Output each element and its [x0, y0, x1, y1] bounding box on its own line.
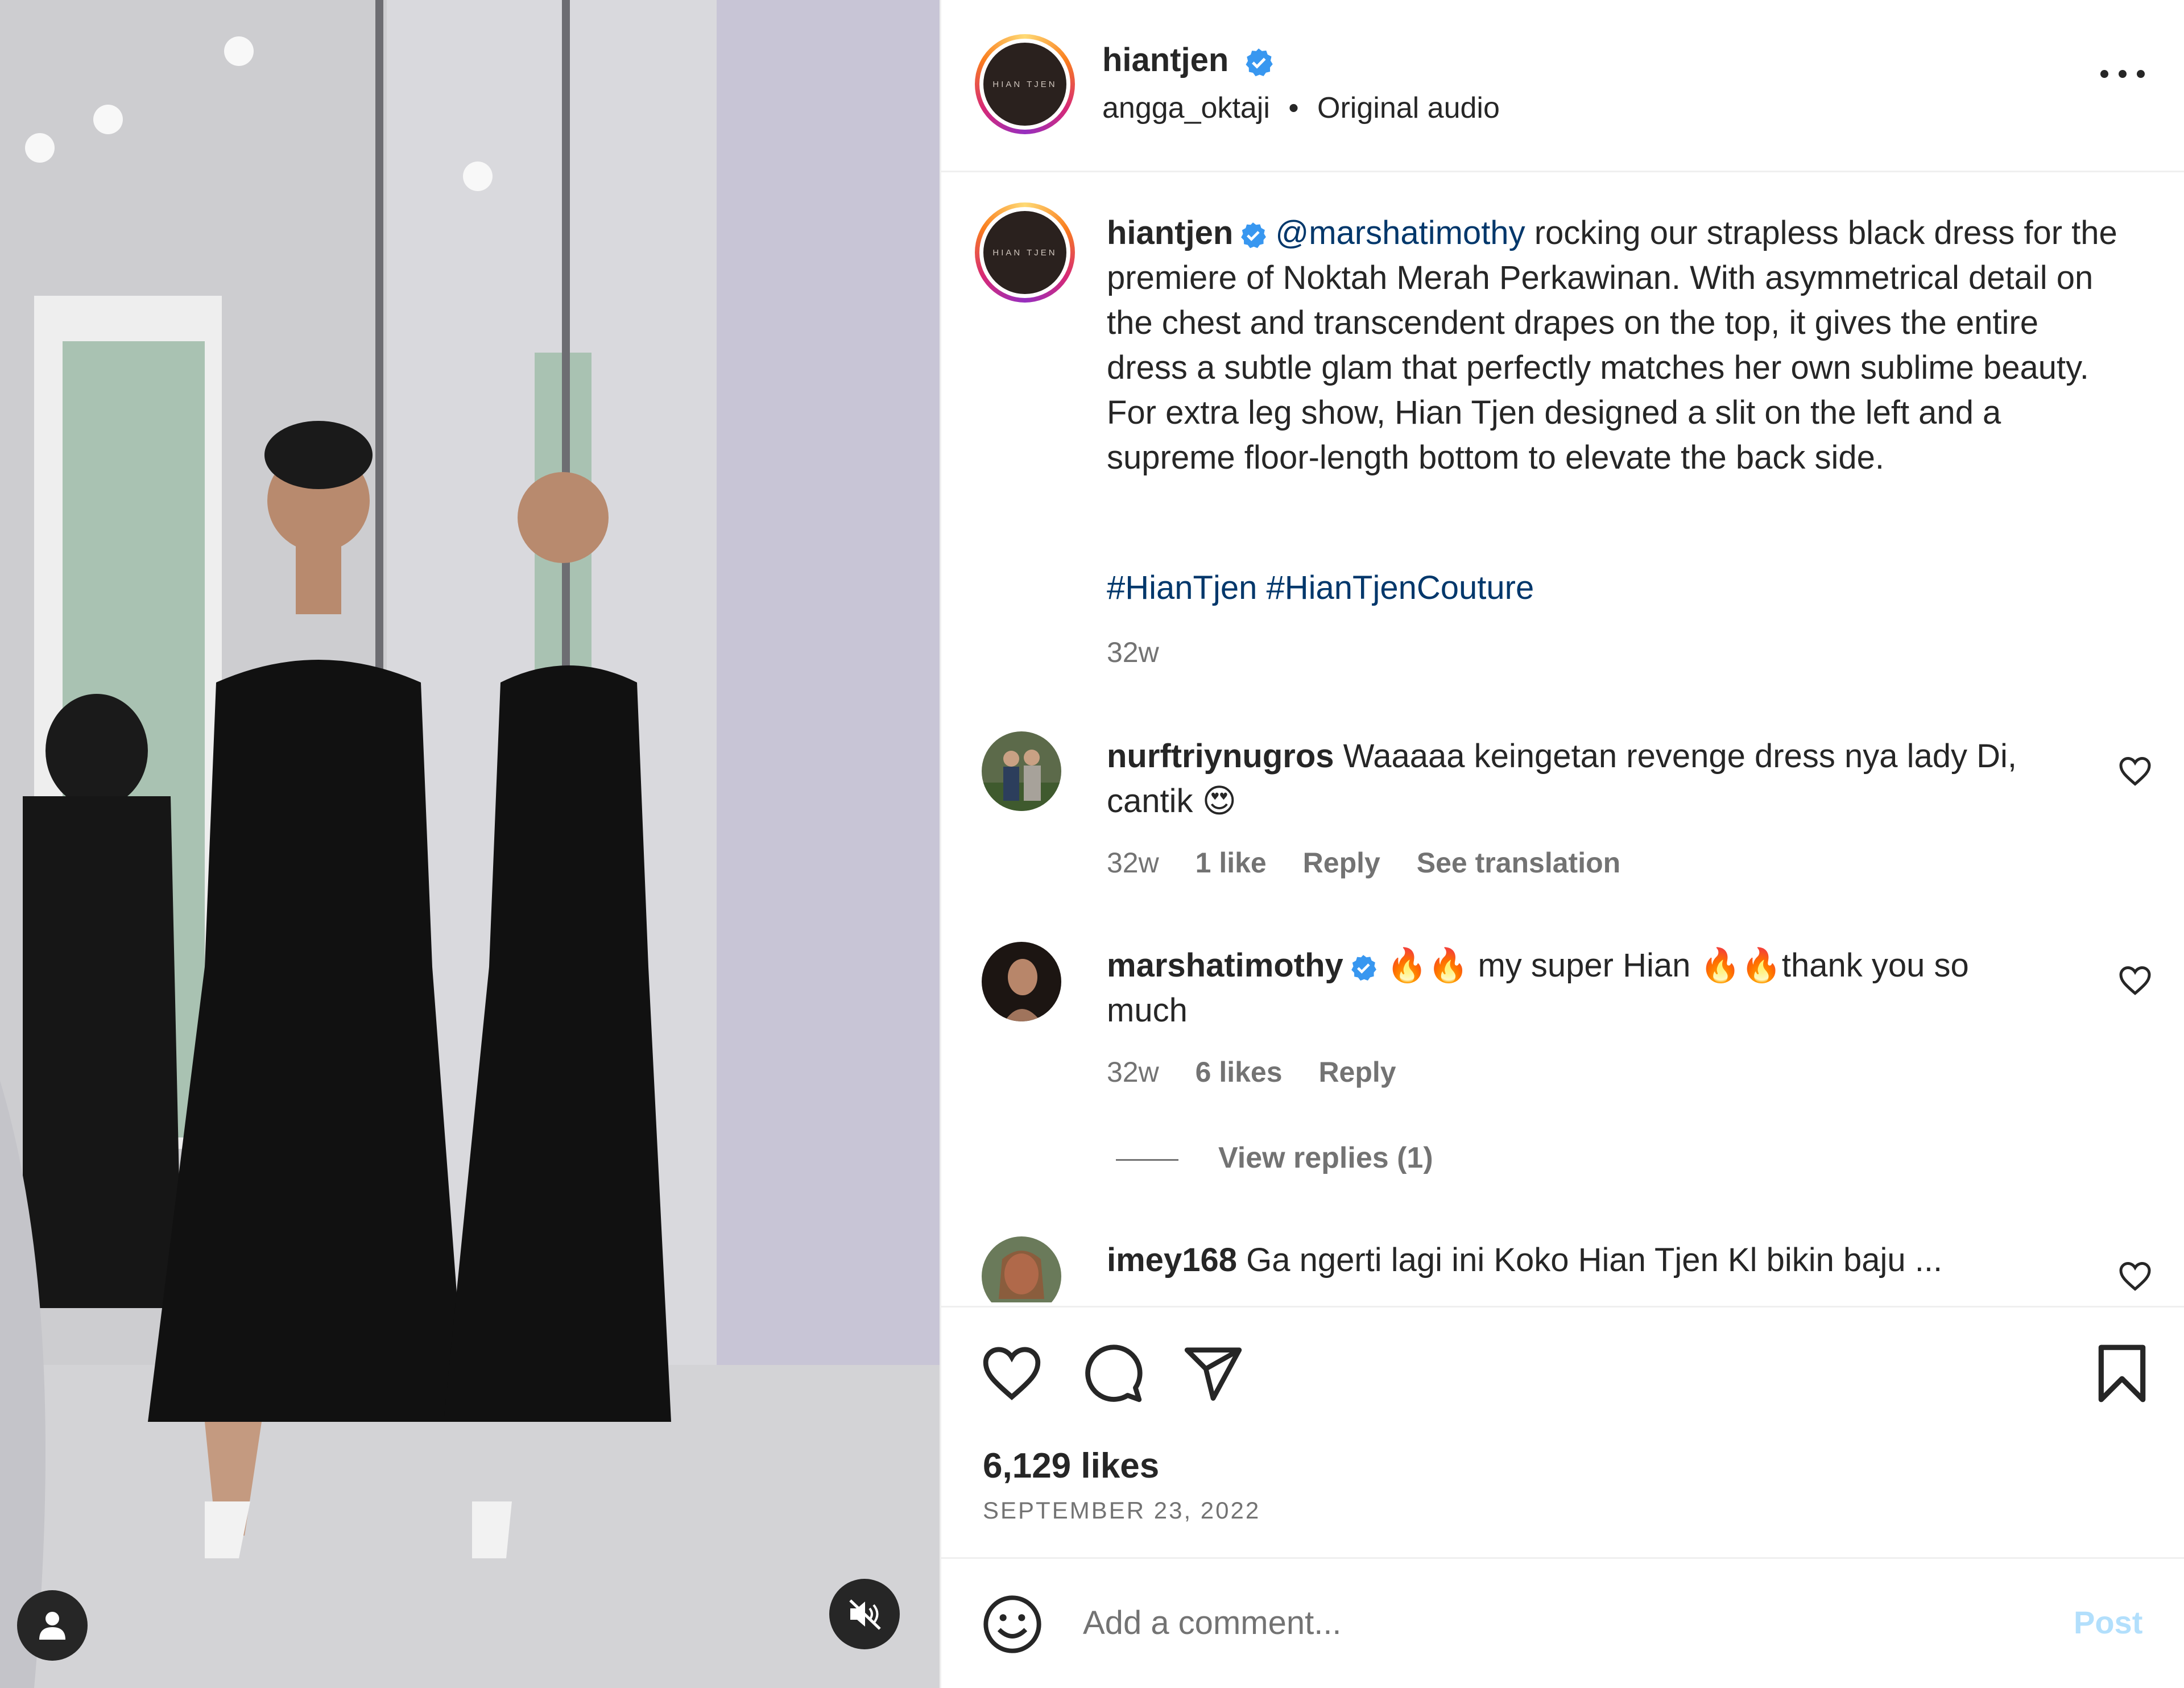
comments-divider: [940, 1306, 2184, 1308]
send-icon[interactable]: [1182, 1342, 1244, 1405]
comment-meta: 32w 6 likes Reply: [1107, 1056, 1425, 1089]
caption-hashtags[interactable]: #HianTjen #HianTjenCouture: [1107, 569, 1534, 607]
separator-dot: •: [1288, 92, 1299, 125]
post-date[interactable]: SEPTEMBER 23, 2022: [983, 1497, 1260, 1524]
view-replies-button[interactable]: View replies (1): [1116, 1141, 1433, 1175]
reply-button[interactable]: Reply: [1318, 1056, 1396, 1088]
audio-username[interactable]: angga_oktaji: [1102, 92, 1270, 125]
view-replies-label: View replies (1): [1218, 1141, 1433, 1174]
emoji-icon[interactable]: [981, 1592, 1044, 1656]
comment-meta: 32w 1 like Reply See translation: [1107, 846, 1649, 879]
comment-body: imey168 Ga ngerti lagi ini Koko Hian Tje…: [1107, 1238, 2045, 1282]
more-options-icon[interactable]: [2094, 63, 2151, 85]
user-tag-button[interactable]: [17, 1590, 88, 1661]
comment-timestamp[interactable]: 32w: [1107, 847, 1159, 879]
comment-like-heart-icon[interactable]: [2118, 755, 2152, 787]
comment-body: nurftriynugros Waaaaa keingetan revenge …: [1107, 734, 2045, 824]
pane-divider: [940, 0, 941, 1688]
verified-badge-icon: [1246, 48, 1273, 76]
comment-username[interactable]: marshatimothy: [1107, 947, 1343, 984]
verified-badge-icon: [1241, 222, 1267, 248]
audio-label[interactable]: Original audio: [1317, 92, 1500, 125]
comment-input[interactable]: Add a comment...: [1083, 1604, 1342, 1642]
brand-logo: HIAN TJEN: [983, 43, 1066, 126]
comment-like-heart-icon[interactable]: [2118, 1260, 2152, 1292]
composer-divider: [940, 1557, 2184, 1559]
muted-speaker-icon: [849, 1599, 881, 1630]
comment-body: marshatimothy 🔥🔥 my super Hian 🔥🔥thank y…: [1107, 943, 2045, 1033]
caption-mention-link[interactable]: @marshatimothy: [1275, 214, 1525, 251]
comment-avatar[interactable]: [982, 942, 1061, 1021]
caption-username[interactable]: hiantjen: [1107, 214, 1233, 251]
caption-text: rocking our strapless black dress for th…: [1107, 214, 2117, 476]
mute-toggle-button[interactable]: [829, 1579, 900, 1649]
post-media-video[interactable]: [0, 0, 940, 1688]
post-author-header[interactable]: hiantjen: [1102, 41, 1274, 79]
caption-timestamp[interactable]: 32w: [1107, 636, 1159, 669]
comment-timestamp[interactable]: 32w: [1107, 1056, 1159, 1088]
comment-text: Ga ngerti lagi ini Koko Hian Tjen Kl bik…: [1236, 1242, 1943, 1279]
comment-icon[interactable]: [1082, 1342, 1144, 1405]
brand-logo: HIAN TJEN: [983, 211, 1066, 294]
author-avatar[interactable]: HIAN TJEN: [975, 34, 1075, 134]
post-comment-button[interactable]: Post: [2074, 1604, 2142, 1641]
post-caption: hiantjen @marshatimothy rocking our stra…: [1107, 210, 2125, 480]
caption-author-avatar[interactable]: HIAN TJEN: [975, 202, 1075, 303]
comment-avatar[interactable]: [982, 731, 1061, 811]
replies-line: [1116, 1159, 1178, 1161]
comment-row-partial: imey168 Ga ngerti lagi ini Koko Hian Tje…: [940, 1223, 2184, 1302]
audio-attribution: angga_oktaji • Original audio: [1102, 91, 1500, 125]
author-username[interactable]: hiantjen: [1102, 42, 1228, 78]
comment-username[interactable]: nurftriynugros: [1107, 738, 1334, 775]
comment-likes[interactable]: 6 likes: [1196, 1056, 1283, 1088]
like-count[interactable]: 6,129 likes: [983, 1446, 1159, 1486]
verified-badge-icon: [1351, 954, 1376, 980]
heart-icon[interactable]: [981, 1342, 1043, 1405]
reply-button[interactable]: Reply: [1303, 847, 1380, 879]
comment-avatar[interactable]: [982, 1236, 1061, 1302]
bookmark-icon[interactable]: [2091, 1342, 2153, 1405]
comment-username[interactable]: imey168: [1107, 1242, 1237, 1279]
video-frame: [0, 0, 940, 1688]
user-tag-icon: [39, 1612, 65, 1640]
header-divider: [940, 171, 2184, 172]
see-translation-button[interactable]: See translation: [1417, 847, 1620, 879]
comment-like-heart-icon[interactable]: [2118, 965, 2152, 996]
post-detail-panel: HIAN TJEN hiantjen angga_oktaji • Origin…: [940, 0, 2184, 1688]
comment-likes[interactable]: 1 like: [1196, 847, 1267, 879]
